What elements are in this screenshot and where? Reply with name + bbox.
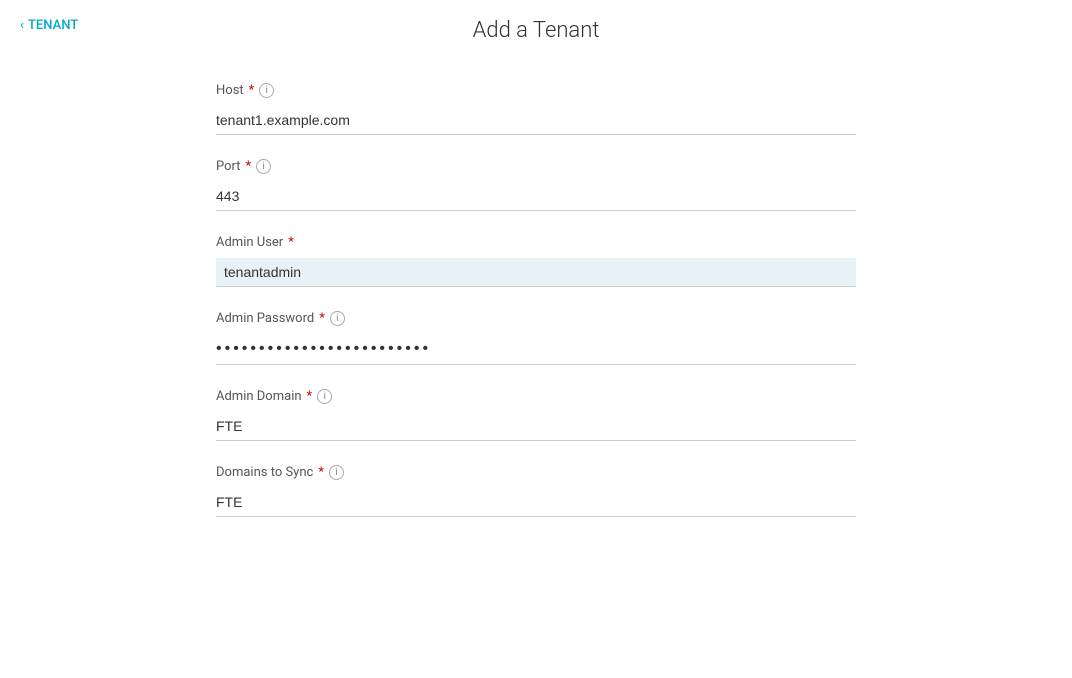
field-host: Host * i: [216, 83, 856, 135]
required-star-port: *: [246, 159, 252, 174]
label-host: Host * i: [216, 83, 856, 98]
input-host[interactable]: [216, 106, 856, 135]
info-icon-admin-domain[interactable]: i: [317, 389, 332, 404]
field-admin-domain: Admin Domain * i: [216, 389, 856, 441]
label-host-text: Host: [216, 83, 244, 98]
label-admin-password: Admin Password * i: [216, 311, 856, 326]
required-star-host: *: [249, 83, 255, 98]
field-admin-password: Admin Password * i: [216, 311, 856, 365]
label-domains-to-sync: Domains to Sync * i: [216, 465, 856, 480]
label-admin-user: Admin User *: [216, 235, 856, 250]
info-icon-domains-to-sync[interactable]: i: [329, 465, 344, 480]
chevron-icon: ‹: [20, 18, 24, 33]
required-star-admin-password: *: [319, 311, 325, 326]
field-domains-to-sync: Domains to Sync * i: [216, 465, 856, 517]
label-domains-to-sync-text: Domains to Sync: [216, 465, 313, 480]
back-nav-link[interactable]: ‹ TENANT: [20, 18, 78, 33]
info-icon-admin-password[interactable]: i: [330, 311, 345, 326]
label-port-text: Port: [216, 159, 241, 174]
required-star-admin-domain: *: [307, 389, 313, 404]
form-container: Host * i Port * i Admin User *: [216, 73, 856, 517]
required-star-admin-user: *: [288, 235, 294, 250]
field-port: Port * i: [216, 159, 856, 211]
label-admin-user-text: Admin User: [216, 235, 283, 250]
input-admin-password[interactable]: [216, 334, 856, 365]
field-admin-user: Admin User *: [216, 235, 856, 287]
label-admin-password-text: Admin Password: [216, 311, 314, 326]
input-admin-user[interactable]: [216, 258, 856, 287]
input-admin-domain[interactable]: [216, 412, 856, 441]
label-admin-domain-text: Admin Domain: [216, 389, 302, 404]
info-icon-host[interactable]: i: [259, 83, 274, 98]
page-container: ‹ TENANT Add a Tenant Host * i Port * i: [0, 0, 1072, 678]
info-icon-port[interactable]: i: [256, 159, 271, 174]
input-domains-to-sync[interactable]: [216, 488, 856, 517]
label-admin-domain: Admin Domain * i: [216, 389, 856, 404]
back-nav-label: TENANT: [28, 18, 78, 33]
page-title: Add a Tenant: [0, 0, 1072, 73]
required-star-domains-to-sync: *: [318, 465, 324, 480]
input-port[interactable]: [216, 182, 856, 211]
label-port: Port * i: [216, 159, 856, 174]
